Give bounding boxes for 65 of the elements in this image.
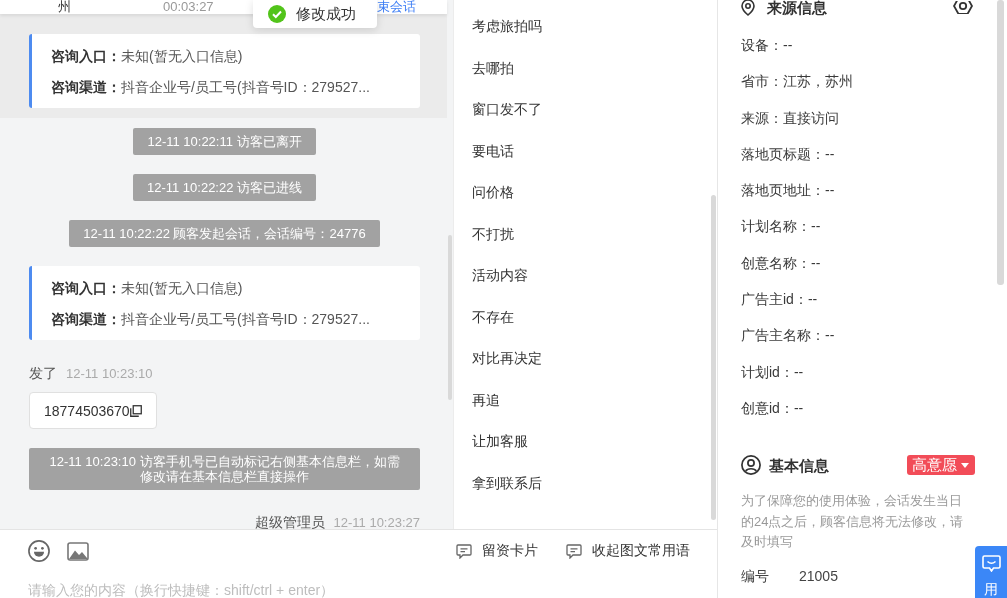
intent-tag[interactable]: 高意愿 <box>907 455 975 476</box>
field-value: 未知(暂无入口信息) <box>121 47 243 66</box>
user-circle-icon <box>741 455 761 476</box>
phrase-item[interactable]: 问价格 <box>454 172 514 214</box>
info-row-text: 省市：江苏，苏州 <box>741 72 853 92</box>
field-value: 抖音企业号/员工号(抖音号ID：279527... <box>121 310 370 329</box>
session-cell: 00:03:27 <box>163 0 214 14</box>
section-title: 来源信息 <box>767 0 827 15</box>
system-notice: 12-11 10:22:22 访客已进线 <box>132 174 317 201</box>
scrollbar-thumb[interactable] <box>711 195 716 520</box>
toast-text: 修改成功 <box>296 4 356 24</box>
message-time: 12-11 10:23:10 <box>66 366 153 381</box>
phrase-item[interactable]: 不打扰 <box>454 213 514 255</box>
float-tab[interactable]: 用 <box>975 546 1007 598</box>
system-notice: 12-11 10:23:10 访客手机号已自动标记右侧基本信息栏，如需修改请在基本信息栏直接操作 <box>29 448 420 490</box>
field-label: 咨询入口： <box>51 279 121 298</box>
phrase-item[interactable]: 让加客服 <box>454 421 528 463</box>
message-text: 18774503670 <box>44 402 130 419</box>
phrase-item[interactable]: 考虑旅拍吗 <box>454 6 542 48</box>
info-row-text: 计划名称：-- <box>741 217 821 237</box>
message-input[interactable]: 请输入您的内容（换行快捷键：shift/ctrl + enter） <box>28 581 690 598</box>
info-row-text: 来源：直接访问 <box>741 108 839 128</box>
field-label: 咨询渠道： <box>51 78 121 97</box>
section-title: 基本信息 <box>769 457 829 473</box>
sender-name: 发了 <box>29 365 57 383</box>
hint-text: 为了保障您的使用体验，会话发生当日的24点之后，顾客信息将无法修改，请及时填写 <box>741 492 965 552</box>
scrollbar-thumb[interactable] <box>997 0 1004 285</box>
phrase-item[interactable]: 活动内容 <box>454 255 528 297</box>
phrase-item[interactable]: 再追 <box>454 379 500 421</box>
message-time: 12-11 10:23:27 <box>333 515 420 530</box>
field-value: 抖音企业号/员工号(抖音号ID：279527... <box>121 78 370 97</box>
settings-icon[interactable] <box>953 0 973 14</box>
phrase-item[interactable]: 窗口发不了 <box>454 89 542 131</box>
phrase-item[interactable]: 拿到联系后 <box>454 462 542 504</box>
info-row-text: 广告主名称：-- <box>741 326 835 346</box>
success-check-icon <box>268 5 286 23</box>
session-cell: 州 <box>58 0 71 14</box>
tool-button[interactable]: 收起图文常用语 <box>566 541 690 562</box>
field-label: 咨询渠道： <box>51 310 121 329</box>
field-value: 未知(暂无入口信息) <box>121 279 243 298</box>
info-row-text: 计划id：-- <box>741 362 804 382</box>
phrase-item[interactable]: 去哪拍 <box>454 47 514 89</box>
info-row-text: 广告主id：-- <box>741 290 818 310</box>
field-label: 编号 <box>741 566 770 586</box>
emoji-icon[interactable] <box>28 540 50 563</box>
info-row-text: 设备：-- <box>741 36 793 55</box>
info-row-text: 创意id：-- <box>741 398 804 418</box>
field-label: 咨询入口： <box>51 47 121 66</box>
copy-icon[interactable] <box>129 404 142 417</box>
system-notice: 12-11 10:22:22 顾客发起会话，会话编号：24776 <box>69 220 380 247</box>
info-row-text: 落地页地址：-- <box>741 181 835 201</box>
phrase-item[interactable]: 要电话 <box>454 130 514 172</box>
info-row-text: 落地页标题：-- <box>741 144 835 164</box>
field-value: 21005 <box>799 566 838 586</box>
sender-name: 超级管理员 <box>254 514 325 532</box>
tool-button[interactable]: 留资卡片 <box>456 541 538 562</box>
image-icon[interactable] <box>67 541 89 561</box>
caret-icon <box>961 462 969 468</box>
system-notice: 12-11 10:22:11 访客已离开 <box>133 128 316 155</box>
chat-bubble-icon <box>981 555 1001 572</box>
end-session-link[interactable]: 束会话 <box>377 0 416 14</box>
phrase-item[interactable]: 对比再决定 <box>454 338 542 380</box>
phrase-item[interactable]: 不存在 <box>454 296 514 338</box>
location-pin-icon <box>741 0 755 16</box>
info-row-text: 创意名称：-- <box>741 253 821 273</box>
